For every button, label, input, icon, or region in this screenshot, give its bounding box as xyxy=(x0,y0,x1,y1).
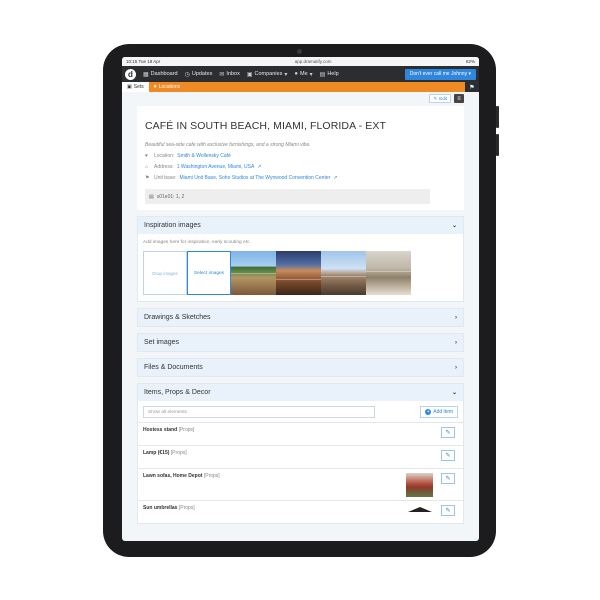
list-item[interactable]: Sun umbrellas [Props] ✎ xyxy=(138,500,463,523)
companies-icon: ▣ xyxy=(246,71,253,78)
list-item[interactable]: Lawn sofas, Home Depot [Props] ✎ xyxy=(138,468,463,500)
updates-icon: ◷ xyxy=(184,71,190,78)
inspiration-image[interactable] xyxy=(231,251,276,295)
volume-button xyxy=(496,106,499,128)
inspiration-panel: Inspiration images ⌄ Add images here for… xyxy=(137,216,464,302)
tab-bar: ▣ Sets ♥ Locations ⚑ xyxy=(122,82,479,92)
files-header[interactable]: Files & Documents › xyxy=(138,359,463,376)
inspiration-body: Add images here for inspiration, early s… xyxy=(138,234,463,301)
edit-button[interactable]: ✎ Edit xyxy=(429,94,451,103)
nav-dashboard[interactable]: ▦ Dashboard xyxy=(143,71,178,78)
status-bar: 10:15 Tue 19 Apr app.dramatify.com 82% xyxy=(122,57,479,66)
user-icon: ● xyxy=(294,71,298,77)
nav-inbox[interactable]: ✉ Inbox xyxy=(219,71,240,78)
home-icon: ⌂ xyxy=(145,164,149,170)
set-images-panel: Set images › xyxy=(137,333,464,352)
files-panel: Files & Documents › xyxy=(137,358,464,377)
nav-me[interactable]: ● Me ▾ xyxy=(294,71,312,78)
chevron-down-icon: ▾ xyxy=(309,71,313,78)
pencil-icon: ✎ xyxy=(433,95,438,101)
page-title: CAFÉ IN SOUTH BEACH, MIAMI, FLORIDA - EX… xyxy=(145,120,386,132)
external-link-icon[interactable]: ↗ xyxy=(257,164,261,170)
screen: 10:15 Tue 19 Apr app.dramatify.com 82% d… xyxy=(122,57,479,541)
unit-base-link[interactable]: Miami Unit Base, Soho Studios at The Wyn… xyxy=(180,175,331,181)
chevron-down-icon: ⌄ xyxy=(451,223,457,229)
tab-sets[interactable]: ▣ Sets xyxy=(122,82,149,92)
film-icon: ▤ xyxy=(149,193,154,200)
inspiration-image[interactable] xyxy=(366,251,411,295)
chevron-down-icon: ⌄ xyxy=(451,390,457,396)
items-search-input[interactable]: Show all elements xyxy=(143,406,375,418)
select-images-button[interactable]: Select images xyxy=(187,251,231,295)
chevron-right-icon: › xyxy=(455,364,457,371)
chevron-down-icon: ▾ xyxy=(284,71,288,78)
inspiration-hint: Add images here for inspiration, early s… xyxy=(143,240,251,245)
sets-icon: ▣ xyxy=(127,84,132,90)
url-label[interactable]: app.dramatify.com xyxy=(295,59,332,64)
help-icon: ▤ xyxy=(319,71,326,78)
tab-locations[interactable]: ♥ Locations xyxy=(149,82,185,92)
address-link[interactable]: 1 Washington Avenue, Miami, USA xyxy=(177,164,255,170)
nav-companies[interactable]: ▣ Companies ▾ xyxy=(247,71,288,78)
add-item-button[interactable]: + Add item xyxy=(420,406,458,418)
items-panel: Items, Props & Decor ⌄ Show all elements… xyxy=(137,383,464,524)
edit-item-button[interactable]: ✎ xyxy=(441,427,455,438)
edit-item-button[interactable]: ✎ xyxy=(441,450,455,461)
drop-images-zone[interactable]: Drop images xyxy=(143,251,187,295)
battery-label: 82% xyxy=(465,59,475,64)
top-navbar: d ▦ Dashboard ◷ Updates ✉ Inbox ▣ Companies ▾… xyxy=(122,66,479,82)
chevron-right-icon: › xyxy=(455,314,457,321)
list-item[interactable]: Lamp (€15) [Props] ✎ xyxy=(138,445,463,468)
location-pin-icon: ♥ xyxy=(145,153,148,159)
inbox-icon: ✉ xyxy=(219,71,225,78)
app-logo[interactable]: d xyxy=(125,68,136,80)
inspiration-image[interactable] xyxy=(321,251,366,295)
location-row: ♥ Location: Smith & Wollensky Café xyxy=(145,153,231,159)
external-link-icon[interactable]: ↗ xyxy=(333,175,337,181)
drawings-header[interactable]: Drawings & Sketches › xyxy=(138,309,463,326)
item-thumbnail[interactable] xyxy=(408,507,432,512)
edit-item-button[interactable]: ✎ xyxy=(441,473,455,484)
dashboard-icon: ▦ xyxy=(143,71,149,78)
flag-icon[interactable]: ⚑ xyxy=(465,82,479,92)
set-images-header[interactable]: Set images › xyxy=(138,334,463,351)
inspiration-header[interactable]: Inspiration images ⌄ xyxy=(138,217,463,234)
items-header[interactable]: Items, Props & Decor ⌄ xyxy=(138,384,463,401)
items-search-row: Show all elements + Add item xyxy=(138,401,463,422)
plus-icon: + xyxy=(425,409,432,415)
list-item[interactable]: Hostess stand [Props] ✎ xyxy=(138,422,463,445)
call-me-button[interactable]: Don't ever call me Johnny ▾ xyxy=(404,68,476,80)
camera-dot xyxy=(297,49,302,54)
edit-toolbar: ✎ Edit ≡ xyxy=(137,94,464,106)
location-pin-icon: ♥ xyxy=(153,84,157,90)
unit-base-row: ⚑ Unit base: Miami Unit Base, Soho Studi… xyxy=(145,175,338,181)
location-link[interactable]: Smith & Wollensky Café xyxy=(177,153,231,159)
inspiration-images: Drop images Select images xyxy=(143,251,458,295)
nav-updates[interactable]: ◷ Updates xyxy=(185,71,213,78)
flag-icon: ⚑ xyxy=(145,175,150,181)
set-details-card: CAFÉ IN SOUTH BEACH, MIAMI, FLORIDA - EX… xyxy=(137,106,464,210)
set-description: Beautiful sea-side cafe with exclusive f… xyxy=(145,142,311,148)
status-time: 10:15 Tue 19 Apr xyxy=(126,59,161,64)
edit-item-button[interactable]: ✎ xyxy=(441,505,455,516)
chevron-right-icon: › xyxy=(455,339,457,346)
item-thumbnail[interactable] xyxy=(406,473,433,497)
scenes-box: ▤ s01e01: 1, 2 xyxy=(145,189,430,204)
address-row: ⌂ Address: 1 Washington Avenue, Miami, U… xyxy=(145,164,262,170)
drawings-panel: Drawings & Sketches › xyxy=(137,308,464,327)
menu-icon[interactable]: ≡ xyxy=(454,94,464,103)
inspiration-image[interactable] xyxy=(276,251,321,295)
volume-button xyxy=(496,134,499,156)
nav-help[interactable]: ▤ Help xyxy=(320,71,339,78)
main-content: ✎ Edit ≡ CAFÉ IN SOUTH BEACH, MIAMI, FLOR… xyxy=(137,92,464,524)
